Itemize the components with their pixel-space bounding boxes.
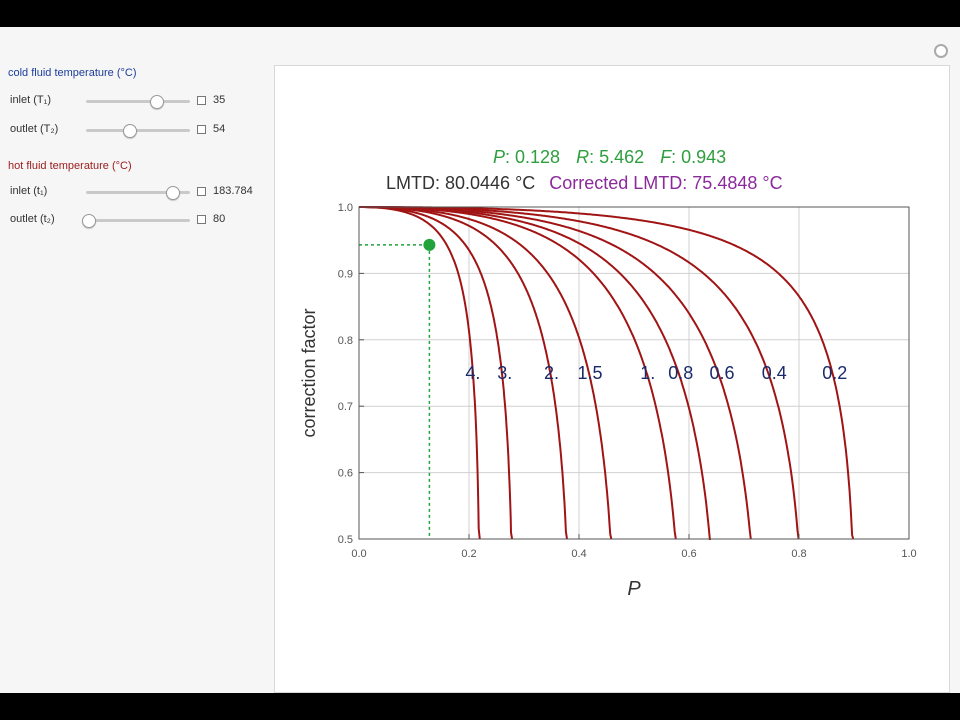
operating-point [359,238,436,539]
cold-outlet-slider-thumb[interactable] [122,124,137,138]
hot-outlet-value: 80 [213,213,226,225]
hot-inlet-slider[interactable] [86,186,190,200]
cold-outlet-expand-button[interactable] [197,125,206,134]
y-tick-label: 0.8 [338,335,353,347]
info-lmtd: LMTD: 80.0446 °C [386,173,535,193]
x-tick-label: 1.0 [901,548,916,560]
curve-label: 4. [465,363,480,383]
curve-R-1_5 [359,206,613,540]
info-line-2: LMTD: 80.0446 °C Corrected LMTD: 75.4848 … [386,173,783,193]
x-tick-label: 0.4 [571,548,586,560]
y-axis-label: correction factor [299,308,319,437]
info-f-value: : 0.943 [671,147,726,167]
hot-inlet-label: inlet (t₁) [10,185,48,197]
info-p-label: P [493,147,505,167]
hot-inlet-slider-thumb[interactable] [166,186,181,200]
cold-inlet-value: 35 [213,94,226,106]
hot-inlet-row: inlet (t₁) 183.784 [0,182,270,202]
y-tick-label: 0.7 [338,401,353,413]
info-line-1: P: 0.128 R: 5.462 F: 0.943 [493,147,726,167]
x-tick-label: 0.8 [791,548,806,560]
curve-label: 0.6 [709,363,734,383]
curve-R-3 [359,206,514,540]
info-r-value: : 5.462 [589,147,644,167]
x-tick-label: 0.6 [681,548,696,560]
x-tick-label: 0.2 [461,548,476,560]
cold-inlet-slider-thumb[interactable] [149,95,164,109]
hot-inlet-value: 183.784 [213,185,253,197]
hot-fluid-title: hot fluid temperature (°C) [8,160,132,172]
options-icon[interactable] [934,44,948,58]
curve-label: 2. [544,363,559,383]
hot-outlet-slider-thumb[interactable] [82,214,97,228]
cold-inlet-row: inlet (T₁) 35 [0,91,270,111]
y-tick-label: 0.5 [338,534,353,546]
hot-outlet-slider[interactable] [82,214,190,228]
cold-outlet-label: outlet (T₂) [10,123,59,135]
cold-inlet-label: inlet (T₁) [10,94,51,106]
curve-label: 0.4 [762,363,787,383]
y-tick-label: 1.0 [338,202,353,214]
correction-factor-chart: P: 0.128 R: 5.462 F: 0.943 LMTD: 80.0446 °… [299,147,917,600]
app-window: cold fluid temperature (°C) inlet (T₁) 3… [0,27,960,693]
hot-outlet-row: outlet (t₂) 80 [0,210,270,230]
curve-R-2 [359,206,568,540]
hot-outlet-label: outlet (t₂) [10,213,55,225]
y-tick-label: 0.6 [338,468,353,480]
hot-inlet-expand-button[interactable] [197,187,206,196]
y-tick-label: 0.9 [338,268,353,280]
curve-R-1 [359,206,677,540]
cold-outlet-row: outlet (T₂) 54 [0,120,270,140]
cold-fluid-title: cold fluid temperature (°C) [8,67,137,79]
x-tick-label: 0.0 [351,548,366,560]
curve-label: 3. [497,363,512,383]
hot-outlet-expand-button[interactable] [197,215,206,224]
curve-label: 1.5 [577,363,602,383]
info-corrected-lmtd: Corrected LMTD: 75.4848 °C [549,173,782,193]
plot-panel: P: 0.128 R: 5.462 F: 0.943 LMTD: 80.0446 °… [274,65,950,693]
x-axis-label: P [627,578,641,600]
curve-label: 0.2 [822,363,847,383]
curve-labels: 4. 3. 2. 1.5 1. 0.8 0.6 0.4 0.2 [465,363,847,383]
cold-inlet-expand-button[interactable] [197,96,206,105]
cold-outlet-slider[interactable] [86,124,190,138]
cold-outlet-value: 54 [213,123,226,135]
curve-label: 1. [640,363,655,383]
info-r-label: R [576,147,589,167]
curve-R-4 [359,206,481,540]
marker-point [423,238,436,251]
curve-label: 0.8 [668,363,693,383]
info-p-value: : 0.128 [505,147,560,167]
cold-inlet-slider[interactable] [86,95,190,109]
